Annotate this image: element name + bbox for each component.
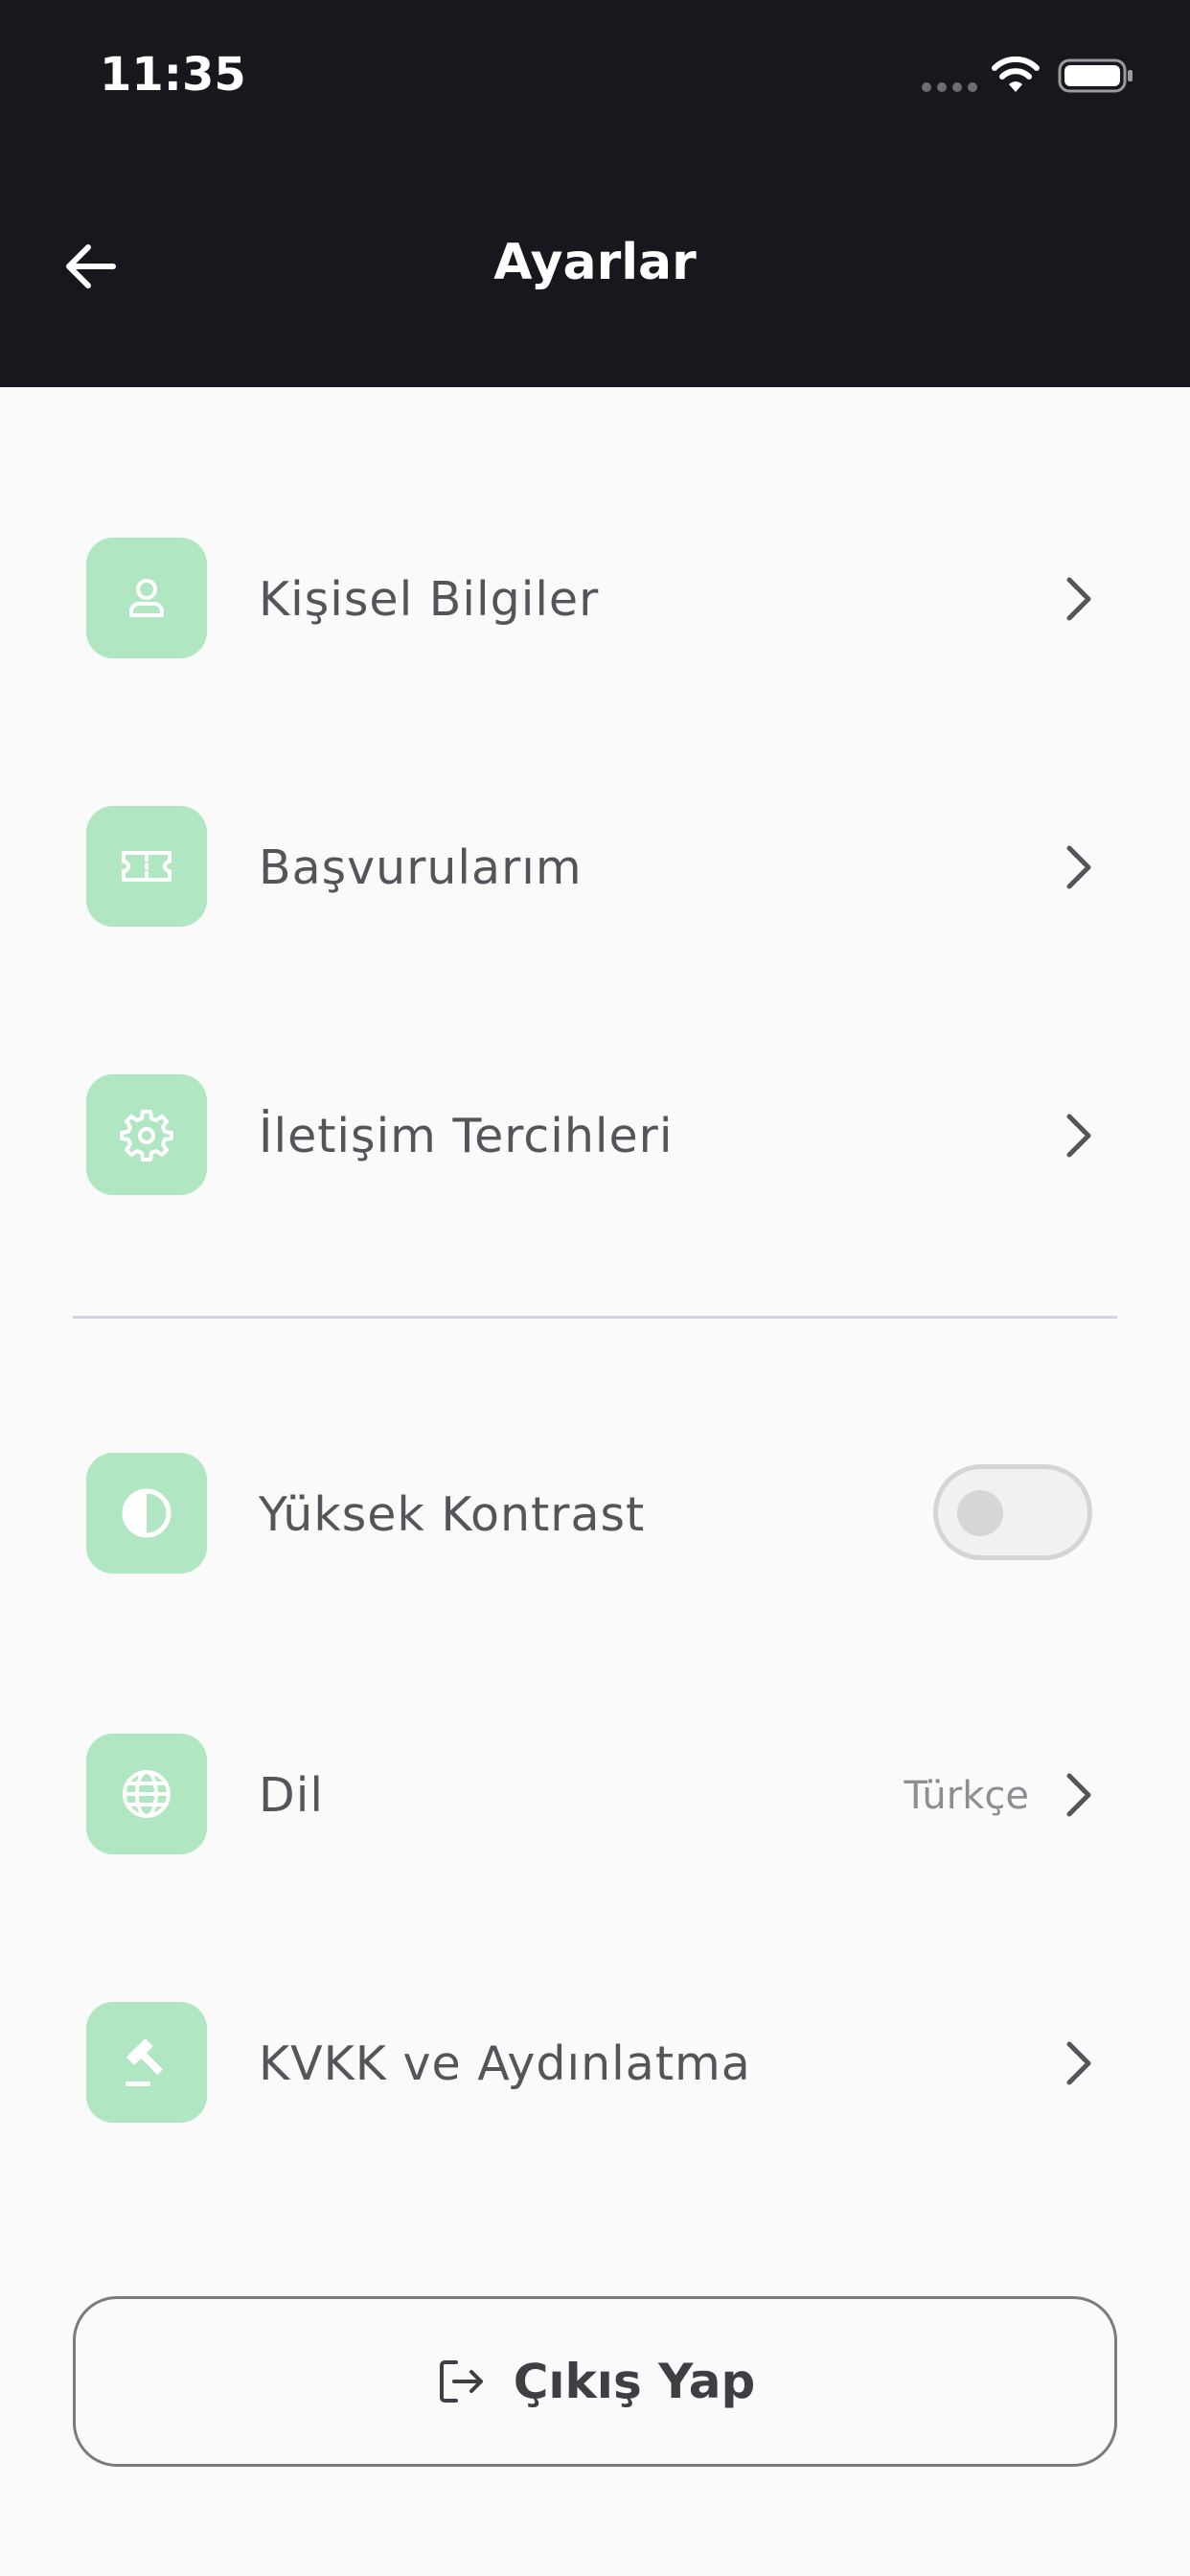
icon-tile xyxy=(86,2002,207,2123)
setting-label: KVKK ve Aydınlatma xyxy=(259,2036,751,2091)
setting-label: Dil xyxy=(259,1768,324,1823)
wifi-icon xyxy=(992,56,1040,92)
logout-button[interactable]: Çıkış Yap xyxy=(73,2296,1117,2467)
globe-icon xyxy=(123,1770,171,1818)
gear-icon xyxy=(120,1110,173,1162)
chevron-right-icon xyxy=(1066,577,1091,621)
icon-tile xyxy=(86,1734,207,1854)
language-value: Türkçe xyxy=(904,1774,1029,1818)
icon-tile xyxy=(86,806,207,927)
section-divider xyxy=(73,1316,1117,1319)
menu-item-label: Başvurularım xyxy=(259,840,583,895)
menu-item-label: Kişisel Bilgiler xyxy=(259,572,600,627)
gavel-icon xyxy=(126,2038,163,2086)
chevron-right-icon xyxy=(1066,2041,1091,2085)
page-title: Ayarlar xyxy=(493,234,697,291)
logout-label: Çıkış Yap xyxy=(513,2354,756,2409)
menu-item-communication-preferences[interactable]: İletişim Tercihleri xyxy=(0,1049,1190,1222)
chevron-right-icon xyxy=(1066,1114,1091,1158)
person-icon xyxy=(129,579,164,617)
toggle-knob xyxy=(957,1490,1003,1536)
icon-tile xyxy=(86,1074,207,1195)
header-bar: 11:35 Ayarlar xyxy=(0,0,1190,387)
battery-icon xyxy=(1058,58,1133,93)
setting-label: Yüksek Kontrast xyxy=(259,1487,646,1542)
logout-icon xyxy=(439,2360,483,2403)
chevron-right-icon xyxy=(1066,845,1091,889)
setting-kvkk[interactable]: KVKK ve Aydınlatma xyxy=(0,1977,1190,2150)
chevron-right-icon xyxy=(1066,1773,1091,1817)
setting-language[interactable]: Dil Türkçe xyxy=(0,1709,1190,1881)
signal-icon xyxy=(922,82,979,92)
high-contrast-toggle[interactable] xyxy=(933,1464,1092,1560)
status-time: 11:35 xyxy=(100,48,246,102)
contrast-icon xyxy=(122,1488,172,1538)
menu-item-personal-info[interactable]: Kişisel Bilgiler xyxy=(0,513,1190,685)
icon-tile xyxy=(86,538,207,658)
icon-tile xyxy=(86,1453,207,1574)
menu-item-label: İletişim Tercihleri xyxy=(259,1109,674,1163)
menu-item-applications[interactable]: Başvurularım xyxy=(0,781,1190,954)
settings-screen: 11:35 Ayarlar Kişisel Bilgiler Başvurula… xyxy=(0,0,1190,2576)
ticket-icon xyxy=(122,851,172,882)
